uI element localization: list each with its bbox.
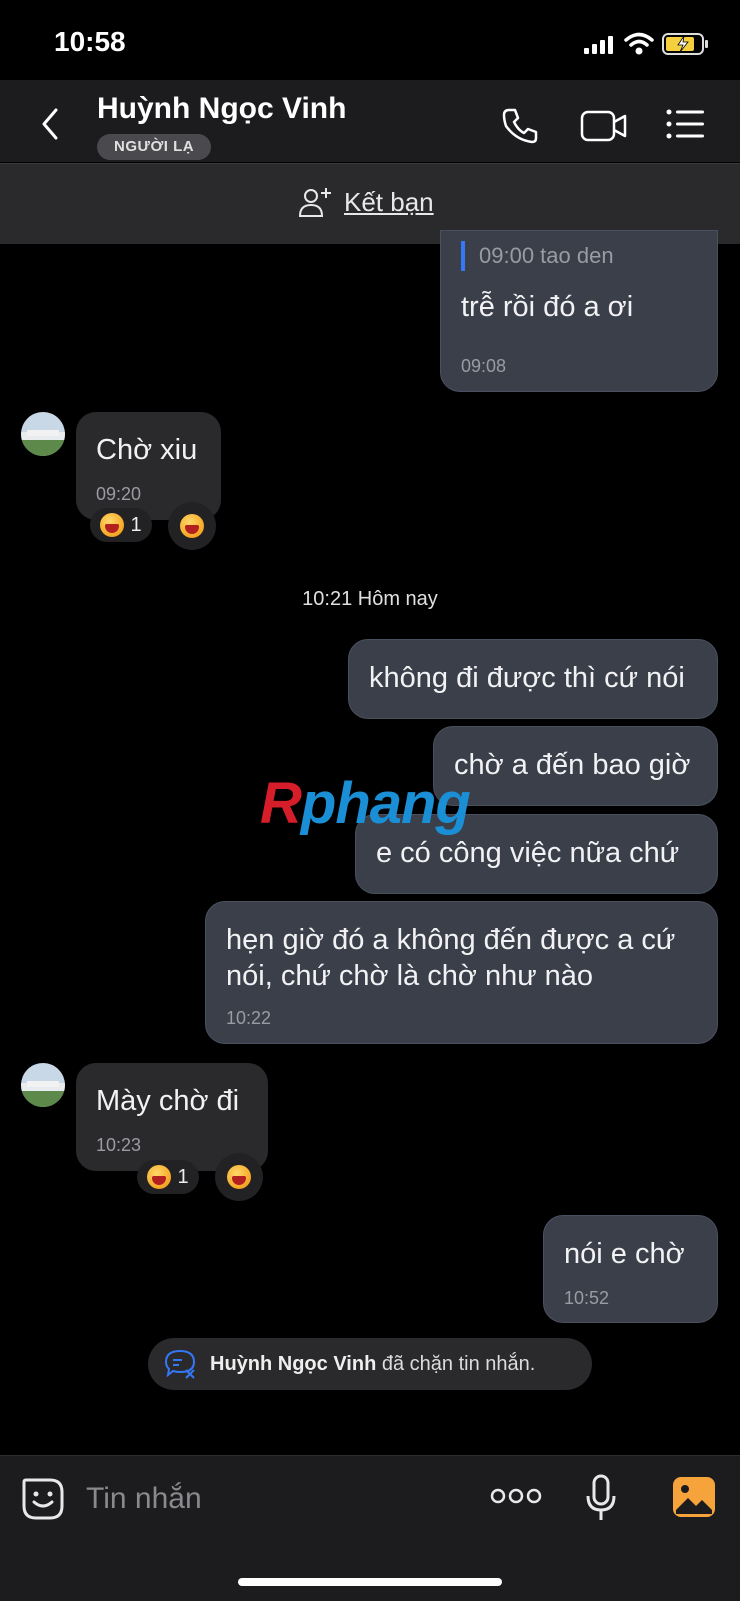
blocked-chat-icon <box>164 1349 196 1379</box>
add-friend-label: Kết bạn <box>344 186 434 217</box>
add-friend-button[interactable]: Kết bạn <box>298 182 434 222</box>
sticker-icon[interactable] <box>20 1476 66 1522</box>
more-options-icon[interactable] <box>490 1488 542 1504</box>
message-input[interactable] <box>84 1478 388 1520</box>
reaction-count[interactable]: 1 <box>90 508 152 542</box>
message-text: trễ rồi đó a ơi <box>461 291 634 323</box>
date-divider: 10:21 Hôm nay <box>302 588 438 610</box>
message-time: 10:22 <box>226 1008 272 1028</box>
battery-icon <box>662 33 708 55</box>
status-time: 10:58 <box>54 26 126 57</box>
stranger-badge: NGƯỜI LẠ <box>97 134 212 160</box>
laughing-emoji-icon <box>100 513 125 537</box>
message-text: e có công việc nữa chứ <box>376 837 680 869</box>
message-time: 09:20 <box>96 484 142 504</box>
add-reaction-button[interactable] <box>215 1153 263 1201</box>
blocked-notice: Huỳnh Ngọc Vinh đã chặn tin nhắn. <box>148 1338 592 1390</box>
reaction-count[interactable]: 1 <box>137 1160 199 1194</box>
avatar[interactable] <box>21 412 65 456</box>
message-bubble-outgoing[interactable]: chờ a đến bao giờ <box>433 726 718 806</box>
phone-icon[interactable] <box>500 106 540 146</box>
reaction-count-value: 1 <box>130 513 142 536</box>
message-bubble-outgoing[interactable]: nói e chờ 10:52 <box>543 1215 718 1323</box>
laughing-emoji-icon <box>147 1165 172 1189</box>
quote-bar <box>461 241 465 271</box>
home-indicator <box>238 1578 502 1586</box>
watermark-logo: Rphang <box>260 771 471 836</box>
menu-list-icon[interactable] <box>666 108 706 140</box>
microphone-icon[interactable] <box>584 1474 618 1522</box>
message-bubble-outgoing[interactable]: hẹn giờ đó a không đến được a cứ nói, ch… <box>205 901 718 1044</box>
message-text-line-2: nói, chứ chờ là chờ như nào <box>226 960 594 992</box>
message-text-line-1: hẹn giờ đó a không đến được a cứ <box>226 924 676 956</box>
message-time: 10:23 <box>96 1135 142 1155</box>
message-time: 10:52 <box>564 1288 610 1308</box>
gallery-icon[interactable] <box>672 1476 716 1518</box>
contact-name[interactable]: Huỳnh Ngọc Vinh <box>97 92 346 126</box>
message-text: Mày chờ đi <box>96 1085 240 1117</box>
avatar[interactable] <box>21 1063 65 1107</box>
message-text: không đi được thì cứ nói <box>369 662 685 694</box>
message-text: nói e chờ <box>564 1238 685 1270</box>
video-camera-icon[interactable] <box>580 108 628 144</box>
quoted-text: 09:00 tao den <box>479 243 614 268</box>
message-time: 09:08 <box>461 356 507 376</box>
laughing-emoji-icon <box>227 1165 251 1189</box>
message-text: Chờ xiu <box>96 434 198 466</box>
blocked-notice-text: Huỳnh Ngọc Vinh đã chặn tin nhắn. <box>210 1353 535 1376</box>
message-bubble-outgoing[interactable]: không đi được thì cứ nói <box>348 639 718 719</box>
laughing-emoji-icon <box>180 514 204 538</box>
wifi-icon <box>624 32 654 55</box>
add-person-icon <box>298 188 331 217</box>
add-reaction-button[interactable] <box>168 502 216 550</box>
message-bubble-outgoing[interactable]: 09:00 tao den trễ rồi đó a ơi 09:08 <box>440 230 718 392</box>
blocked-notice-message: đã chặn tin nhắn. <box>376 1352 536 1375</box>
message-text: chờ a đến bao giờ <box>454 749 691 781</box>
signal-icon <box>584 36 614 54</box>
reaction-count-value: 1 <box>177 1165 189 1188</box>
blocked-notice-name: Huỳnh Ngọc Vinh <box>210 1352 377 1375</box>
back-chevron-icon[interactable] <box>36 104 66 144</box>
